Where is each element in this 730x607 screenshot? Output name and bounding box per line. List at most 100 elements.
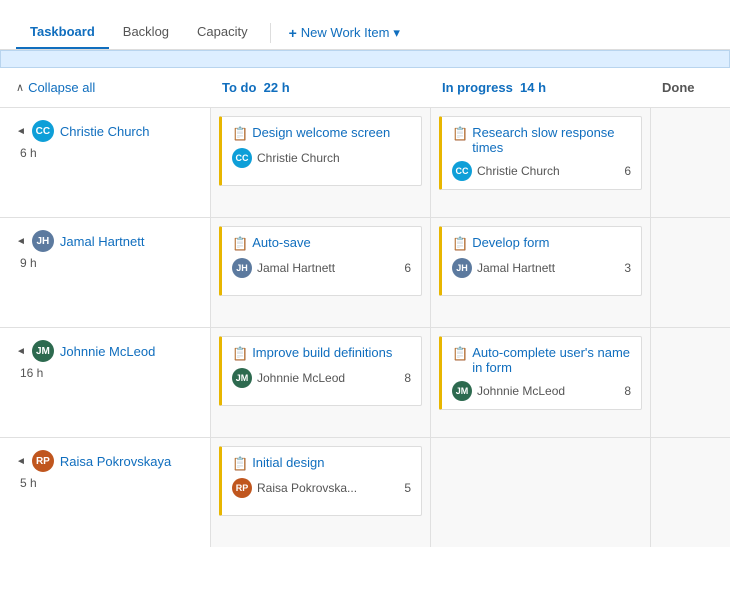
person-name-1[interactable]: Jamal Hartnett bbox=[60, 234, 145, 249]
person-hours-1: 9 h bbox=[16, 256, 194, 270]
card-title-text: Auto-complete user's name in form bbox=[472, 345, 631, 375]
done-cell-3 bbox=[650, 438, 730, 547]
card-title-text: Auto-save bbox=[252, 235, 311, 250]
new-work-item-button[interactable]: + New Work Item ▾ bbox=[279, 19, 410, 47]
card-title-todo-0-0: 📋 Design welcome screen bbox=[232, 125, 411, 142]
person-row-1: ◄JHJamal Hartnett9 h📋Auto-saveJHJamal Ha… bbox=[0, 217, 730, 327]
card-inprogress-1-0[interactable]: 📋Develop form JH Jamal Hartnett 3 bbox=[439, 226, 642, 296]
nav-tabs: Taskboard Backlog Capacity + New Work It… bbox=[0, 16, 730, 50]
collapse-all-button[interactable]: Collapse all bbox=[28, 80, 95, 95]
person-header-2: ◄ JM Johnnie McLeod bbox=[16, 340, 194, 362]
person-avatar-0: CC bbox=[32, 120, 54, 142]
inprogress-cell-0: 📋Research slow response times CCChristie … bbox=[430, 108, 650, 217]
card-assignee: CC Christie Church bbox=[232, 148, 340, 168]
card-assignee: JH Jamal Hartnett bbox=[452, 258, 555, 278]
card-footer-todo-1-0: JH Jamal Hartnett 6 bbox=[232, 258, 411, 278]
done-cell-0 bbox=[650, 108, 730, 217]
person-hours-3: 5 h bbox=[16, 476, 194, 490]
card-assignee-avatar: JM bbox=[452, 381, 472, 401]
tab-taskboard[interactable]: Taskboard bbox=[16, 16, 109, 49]
person-hours-2: 16 h bbox=[16, 366, 194, 380]
top-bar bbox=[0, 0, 730, 16]
card-hours: 8 bbox=[624, 384, 631, 398]
card-title-inprogress-2-0: 📋Auto-complete user's name in form bbox=[452, 345, 631, 375]
task-icon: 📋 bbox=[232, 346, 248, 362]
card-assignee: RPRaisa Pokrovska... bbox=[232, 478, 357, 498]
task-icon: 📋 bbox=[452, 346, 468, 362]
person-avatar-1: JH bbox=[32, 230, 54, 252]
card-assignee-avatar: JM bbox=[232, 368, 252, 388]
card-todo-1-0[interactable]: 📋 Auto-saveJH Jamal Hartnett 6 bbox=[219, 226, 422, 296]
collapse-triangle-icon-3[interactable]: ◄ bbox=[16, 456, 26, 467]
collapse-triangle-icon-1[interactable]: ◄ bbox=[16, 236, 26, 247]
card-hours: 8 bbox=[404, 371, 411, 385]
person-name-0[interactable]: Christie Church bbox=[60, 124, 150, 139]
inprogress-cell-3 bbox=[430, 438, 650, 547]
collapse-triangle-icon-0[interactable]: ◄ bbox=[16, 126, 26, 137]
card-assignee-name: Jamal Hartnett bbox=[257, 261, 335, 275]
card-footer-inprogress-2-0: JMJohnnie McLeod8 bbox=[452, 381, 631, 401]
card-assignee-avatar: JH bbox=[452, 258, 472, 278]
card-title-text: Design welcome screen bbox=[252, 125, 390, 140]
card-assignee: JM Johnnie McLeod bbox=[232, 368, 345, 388]
nav-divider bbox=[270, 23, 271, 43]
card-title-inprogress-0-0: 📋Research slow response times bbox=[452, 125, 631, 155]
person-name-3[interactable]: Raisa Pokrovskaya bbox=[60, 454, 171, 469]
card-assignee-name: Johnnie McLeod bbox=[257, 371, 345, 385]
done-cell-2 bbox=[650, 328, 730, 437]
person-row-2: ◄ JM Johnnie McLeod 16 h 📋 Improve build defi… bbox=[0, 327, 730, 437]
collapse-all-icon: ∧ bbox=[16, 81, 24, 94]
column-header-todo: To do 22 h bbox=[210, 74, 430, 101]
person-info-3: ◄ RP Raisa Pokrovskaya 5 h bbox=[0, 438, 210, 547]
person-avatar-2: JM bbox=[32, 340, 54, 362]
card-title-text: Research slow response times bbox=[472, 125, 631, 155]
card-title-text: Improve build definitions bbox=[252, 345, 392, 360]
card-assignee-avatar: CC bbox=[232, 148, 252, 168]
person-info-2: ◄ JM Johnnie McLeod 16 h bbox=[0, 328, 210, 437]
task-icon: 📋 bbox=[232, 126, 248, 142]
card-title-inprogress-1-0: 📋Develop form bbox=[452, 235, 631, 252]
card-assignee-name: Jamal Hartnett bbox=[477, 261, 555, 275]
column-header-done: Done bbox=[650, 74, 730, 101]
card-inprogress-2-0[interactable]: 📋Auto-complete user's name in form JMJohn… bbox=[439, 336, 642, 410]
tab-backlog[interactable]: Backlog bbox=[109, 16, 183, 49]
card-assignee: JH Jamal Hartnett bbox=[232, 258, 335, 278]
todo-cell-3: 📋 Initial design RPRaisa Pokrovska... 5 bbox=[210, 438, 430, 547]
card-footer-todo-3-0: RPRaisa Pokrovska... 5 bbox=[232, 478, 411, 498]
person-name-2[interactable]: Johnnie McLeod bbox=[60, 344, 155, 359]
card-assignee-name: Christie Church bbox=[257, 151, 340, 165]
card-hours: 5 bbox=[404, 481, 411, 495]
card-title-todo-1-0: 📋 Auto-save bbox=[232, 235, 411, 252]
plus-icon: + bbox=[289, 25, 297, 41]
person-avatar-3: RP bbox=[32, 450, 54, 472]
card-footer-inprogress-0-0: CCChristie Church6 bbox=[452, 161, 631, 181]
card-hours: 3 bbox=[624, 261, 631, 275]
board-rows: ◄CCChristie Church6 h📋Design welcome scr… bbox=[0, 107, 730, 547]
card-assignee-avatar: RP bbox=[232, 478, 252, 498]
card-title-text: Initial design bbox=[252, 455, 324, 470]
card-assignee-avatar: JH bbox=[232, 258, 252, 278]
done-cell-1 bbox=[650, 218, 730, 327]
card-todo-0-0[interactable]: 📋 Design welcome screenCC Christie Church bbox=[219, 116, 422, 186]
card-hours: 6 bbox=[624, 164, 631, 178]
person-info-0: ◄CCChristie Church6 h bbox=[0, 108, 210, 217]
card-hours: 6 bbox=[404, 261, 411, 275]
card-inprogress-0-0[interactable]: 📋Research slow response times CCChristie … bbox=[439, 116, 642, 190]
inprogress-cell-1: 📋Develop form JH Jamal Hartnett 3 bbox=[430, 218, 650, 327]
column-header-inprogress: In progress 14 h bbox=[430, 74, 650, 101]
new-work-item-chevron-icon: ▾ bbox=[393, 25, 400, 41]
person-header-1: ◄ JH Jamal Hartnett bbox=[16, 230, 194, 252]
task-icon: 📋 bbox=[232, 456, 248, 472]
card-todo-2-0[interactable]: 📋 Improve build definitionsJM Johnnie McLe… bbox=[219, 336, 422, 406]
tab-capacity[interactable]: Capacity bbox=[183, 16, 262, 49]
todo-cell-0: 📋 Design welcome screenCC Christie Church bbox=[210, 108, 430, 217]
task-icon: 📋 bbox=[232, 236, 248, 252]
board-column-headers: ∧ Collapse all To do 22 h In progress 14… bbox=[0, 68, 730, 107]
card-todo-3-0[interactable]: 📋 Initial design RPRaisa Pokrovska... 5 bbox=[219, 446, 422, 516]
card-footer-todo-0-0: CC Christie Church bbox=[232, 148, 411, 168]
board: ∧ Collapse all To do 22 h In progress 14… bbox=[0, 68, 730, 547]
person-header-0: ◄ CC Christie Church bbox=[16, 120, 194, 142]
person-row-3: ◄RPRaisa Pokrovskaya5 h📋Initial designRP… bbox=[0, 437, 730, 547]
todo-cell-1: 📋 Auto-saveJH Jamal Hartnett 6 bbox=[210, 218, 430, 327]
collapse-triangle-icon-2[interactable]: ◄ bbox=[16, 346, 26, 357]
